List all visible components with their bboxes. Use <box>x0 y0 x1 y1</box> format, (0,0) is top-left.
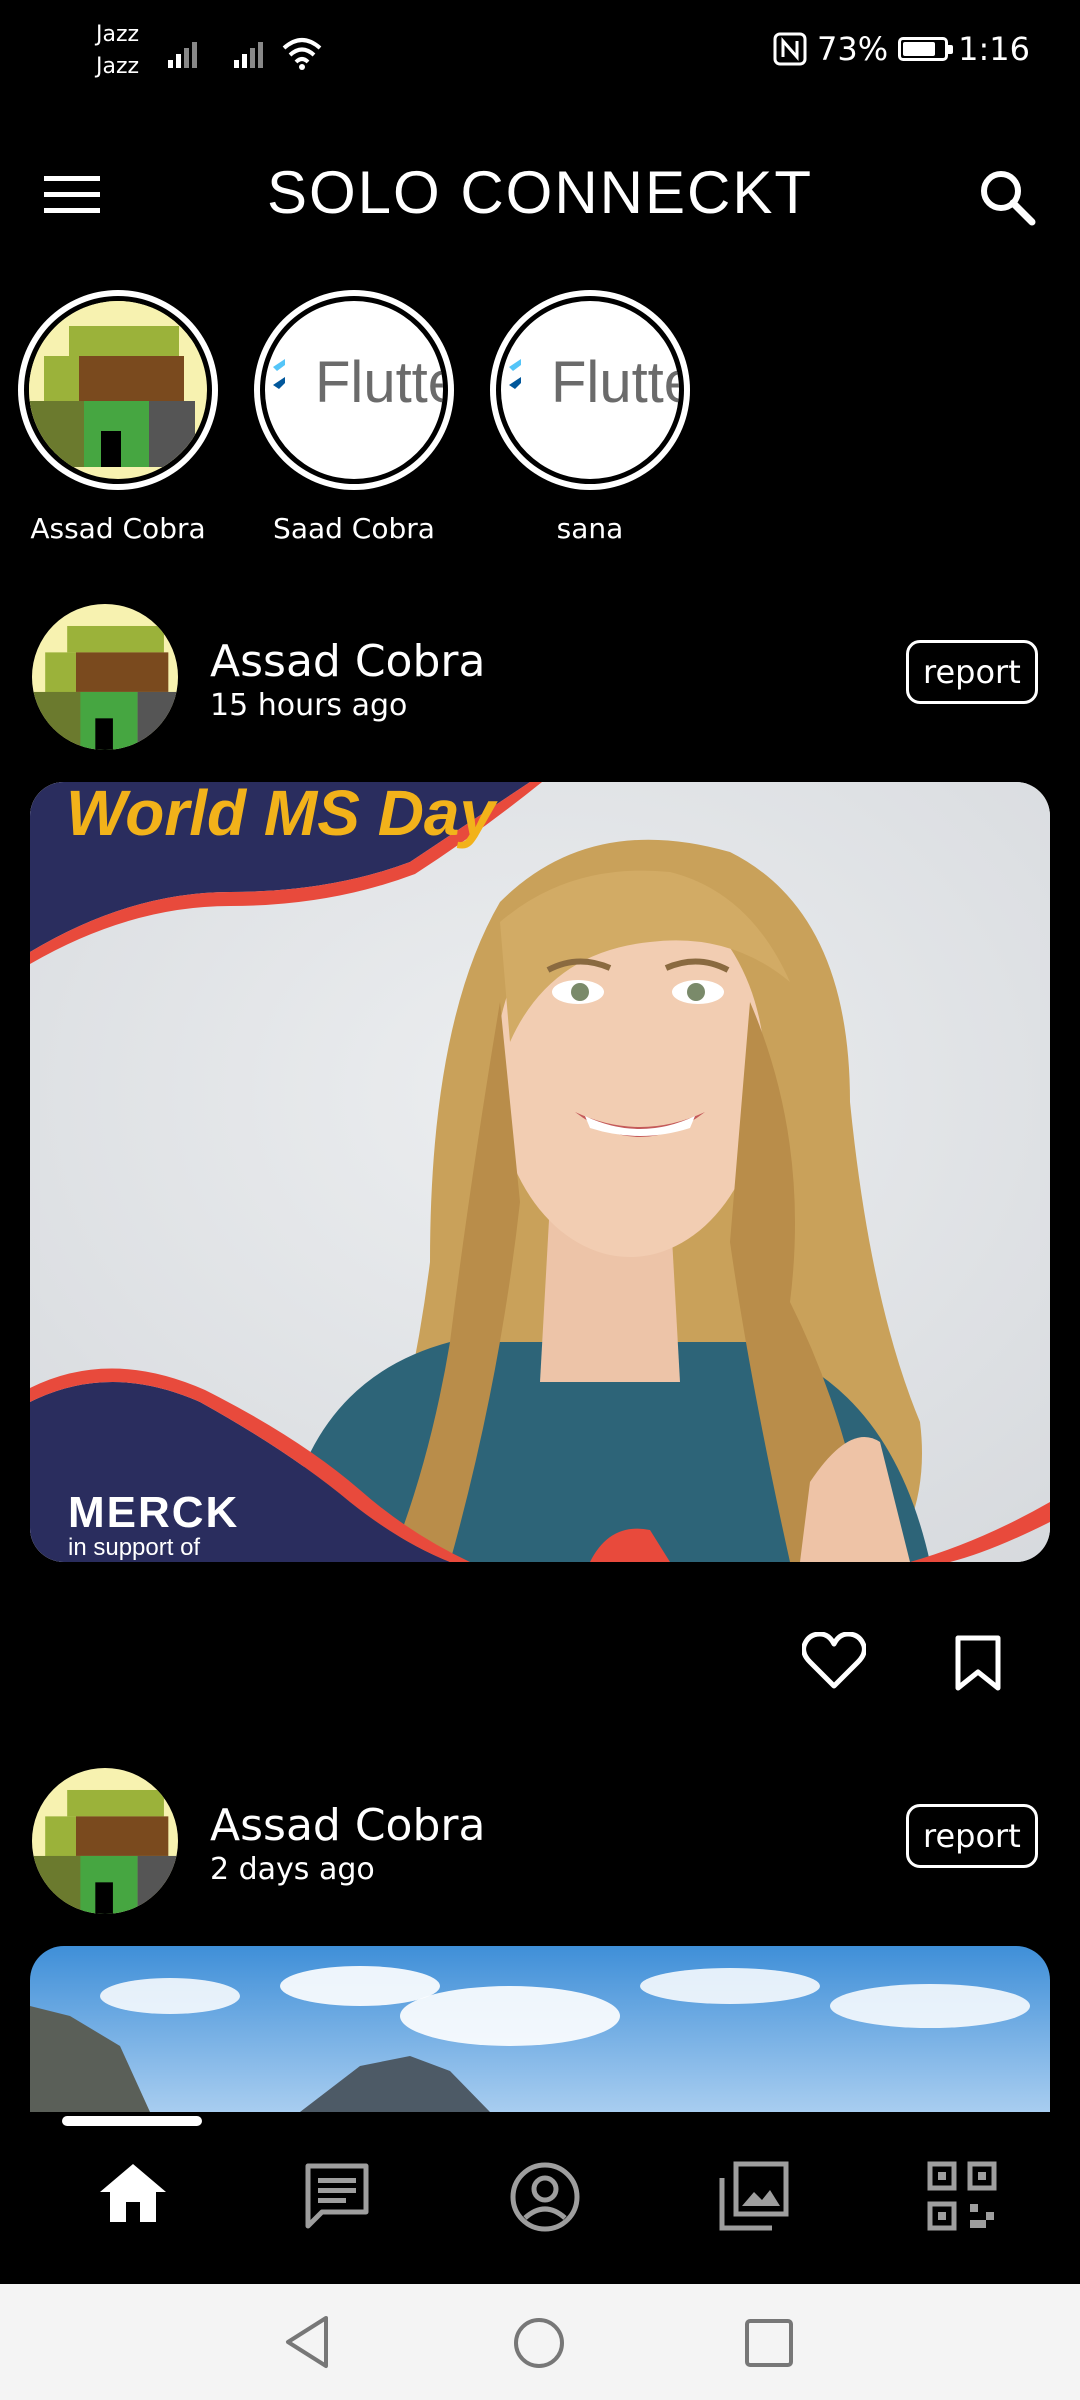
chat-icon[interactable] <box>302 2162 372 2230</box>
landscape-photo <box>30 1946 1050 2112</box>
post-photo <box>30 782 1050 1562</box>
back-icon[interactable] <box>282 2314 334 2370</box>
carrier-2: Jazz <box>96 54 140 79</box>
banner-brand: MERCK <box>68 1488 240 1537</box>
post-author[interactable]: Assad Cobra <box>210 636 485 687</box>
report-button[interactable]: report <box>906 1804 1038 1868</box>
qr-code-icon[interactable] <box>926 2160 998 2232</box>
bookmark-icon[interactable] <box>954 1634 1002 1692</box>
nfc-icon <box>773 32 807 66</box>
recents-icon[interactable] <box>744 2318 794 2368</box>
wifi-icon <box>282 38 322 70</box>
story-name: Assad Cobra <box>30 512 206 545</box>
post-time: 15 hours ago <box>210 688 408 723</box>
flutter-logo-icon <box>273 359 285 389</box>
status-right: 73% 1:16 <box>773 30 1030 68</box>
search-icon[interactable] <box>978 168 1036 226</box>
post-avatar[interactable] <box>32 1768 178 1914</box>
gallery-icon[interactable] <box>718 2160 790 2232</box>
home-icon[interactable] <box>98 2162 168 2224</box>
story-name: sana <box>556 512 624 545</box>
home-circle-icon[interactable] <box>512 2316 566 2370</box>
post-image[interactable] <box>30 1946 1050 2112</box>
story-item[interactable]: Flutte <box>490 290 690 490</box>
heart-icon[interactable] <box>802 1632 866 1690</box>
story-avatar-text: Flutte <box>315 350 443 415</box>
signal-icon-2 <box>234 42 263 68</box>
battery-percent: 73% <box>817 30 889 68</box>
system-nav-bar <box>0 2284 1080 2400</box>
report-button[interactable]: report <box>906 640 1038 704</box>
signal-icon <box>168 42 197 68</box>
post-image[interactable]: World MS Day MERCK in support of <box>30 782 1050 1562</box>
carrier-1: Jazz <box>96 22 140 47</box>
pixel-avatar-icon <box>29 301 195 467</box>
pixel-avatar-icon <box>32 604 178 750</box>
story-item[interactable]: Flutte <box>254 290 454 490</box>
status-bar: Jazz Jazz 73% 1:16 <box>0 0 1080 105</box>
post-avatar[interactable] <box>32 604 178 750</box>
post-author[interactable]: Assad Cobra <box>210 1800 485 1851</box>
profile-icon[interactable] <box>510 2162 580 2232</box>
banner-tagline: in support of <box>68 1534 201 1561</box>
pixel-avatar-icon <box>32 1768 178 1914</box>
story-name: Saad Cobra <box>273 512 435 545</box>
app-title: SOLO CONNECKT <box>266 159 814 226</box>
flutter-logo-icon <box>509 359 521 389</box>
battery-icon <box>898 37 954 61</box>
active-tab-indicator <box>62 2116 202 2126</box>
post-time: 2 days ago <box>210 1852 375 1887</box>
story-avatar-text: Flutte <box>551 350 679 415</box>
clock: 1:16 <box>958 30 1030 68</box>
bottom-nav <box>0 2112 1080 2284</box>
story-item[interactable] <box>18 290 218 490</box>
banner-headline: World MS Day <box>66 782 496 849</box>
